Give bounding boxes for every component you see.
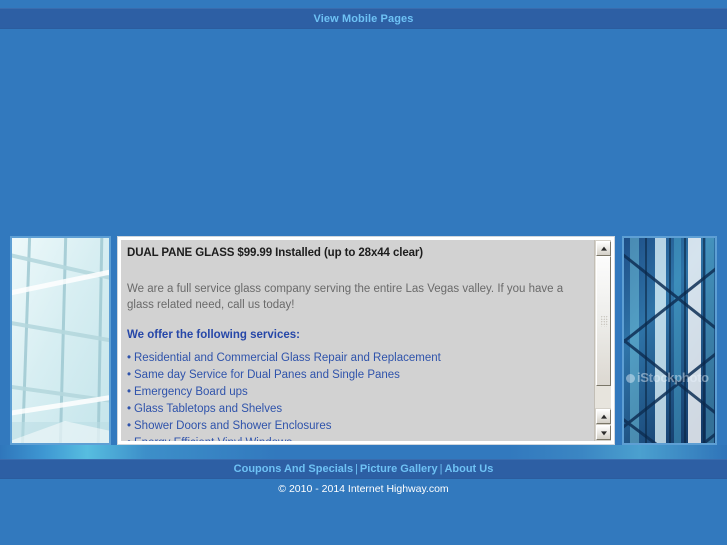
promo-headline: DUAL PANE GLASS $99.99 Installed (up to … — [127, 247, 424, 259]
page-root: View Mobile Pages DUAL PANE GLASS $99.99… — [0, 0, 727, 545]
blue-glass-building-icon — [624, 238, 715, 443]
content-row: DUAL PANE GLASS $99.99 Installed (up to … — [0, 236, 727, 445]
scrollbar-track[interactable] — [595, 256, 611, 408]
list-item: •Energy Efficient Vinyl Windows — [127, 437, 584, 441]
footer-link-about-us[interactable]: About Us — [444, 463, 493, 475]
panel-inner: DUAL PANE GLASS $99.99 Installed (up to … — [121, 240, 611, 441]
list-item: • Glass Tabletops and Shelves — [127, 403, 584, 417]
list-item: • Shower Doors and Shower Enclosures — [127, 420, 584, 434]
panel-body: DUAL PANE GLASS $99.99 Installed (up to … — [121, 240, 594, 441]
list-item: • Same day Service for Dual Panes and Sin… — [127, 369, 584, 383]
top-bar: View Mobile Pages — [0, 8, 727, 29]
service-label: Energy Efficient Vinyl Windows — [134, 437, 292, 441]
copyright-text: © 2010 - 2014 Internet Highway.com — [278, 483, 449, 495]
bullet-icon: • — [127, 420, 132, 432]
bullet-icon: • — [127, 437, 134, 441]
service-label: Same day Service for Dual Panes and Sing… — [134, 369, 400, 381]
scrollbar-up-button-lower[interactable] — [596, 409, 611, 424]
scrollbar-thumb[interactable] — [596, 256, 611, 386]
scrollbar-down-button[interactable] — [596, 425, 611, 440]
view-mobile-pages-link[interactable]: View Mobile Pages — [314, 10, 414, 29]
bullet-icon: • — [127, 403, 132, 415]
service-label: Emergency Board ups — [134, 386, 248, 398]
glass-window-panes-icon — [12, 238, 109, 443]
footer-link-picture-gallery[interactable]: Picture Gallery — [360, 463, 438, 475]
service-label: Residential and Commercial Glass Repair … — [134, 352, 441, 364]
triangle-up-icon — [600, 414, 607, 419]
bullet-icon: • — [127, 369, 132, 381]
service-label: Glass Tabletops and Shelves — [134, 403, 283, 415]
lower-gradient-strip — [0, 445, 727, 459]
footer-link-coupons-and-specials[interactable]: Coupons And Specials — [234, 463, 353, 475]
service-label: Shower Doors and Shower Enclosures — [134, 420, 332, 432]
services-subheading: We offer the following services: — [127, 329, 300, 341]
scrollbar-grip-icon — [600, 315, 607, 327]
panel-scrollbar[interactable] — [594, 240, 611, 441]
right-photo: iStockphoto — [622, 236, 717, 445]
bullet-icon: • — [127, 386, 132, 398]
triangle-up-icon — [600, 246, 607, 251]
content-panel: DUAL PANE GLASS $99.99 Installed (up to … — [117, 236, 615, 445]
intro-paragraph: We are a full service glass company serv… — [127, 283, 564, 311]
footer-nav: Coupons And Specials | Picture Gallery | Abo… — [0, 460, 727, 478]
list-item: • Residential and Commercial Glass Repair… — [127, 352, 584, 366]
triangle-down-icon — [600, 430, 607, 435]
services-list: • Residential and Commercial Glass Repair… — [127, 352, 584, 441]
bullet-icon: • — [127, 352, 132, 364]
left-photo — [10, 236, 111, 445]
scrollbar-up-button[interactable] — [596, 241, 611, 256]
footer-separator: | — [355, 463, 358, 475]
list-item: • Emergency Board ups — [127, 386, 584, 400]
footer-bar: Coupons And Specials | Picture Gallery | Abo… — [0, 459, 727, 479]
